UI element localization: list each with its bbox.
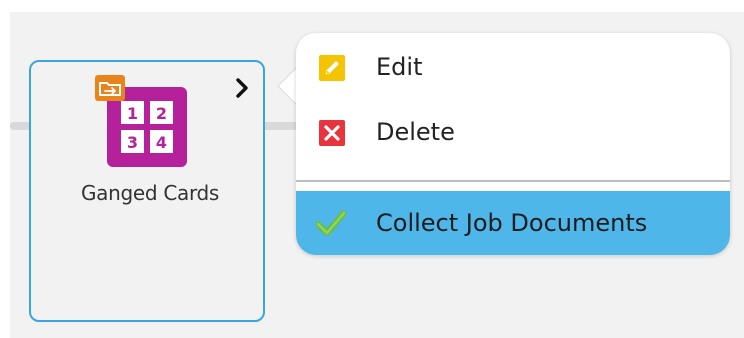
menu-item-label: Delete [376,118,455,146]
checkmark-icon [316,210,346,236]
close-icon [319,120,345,146]
menu-item-label: Collect Job Documents [376,209,648,237]
menu-divider [296,180,730,182]
icon-glyph-1: 1 [127,104,138,123]
menu-item-delete[interactable]: Delete [296,103,730,163]
menu-item-collect-job-documents[interactable]: Collect Job Documents [296,191,730,255]
step-label: Ganged Cards [80,181,220,205]
chevron-right-icon[interactable] [233,76,253,100]
icon-glyph-4: 4 [156,133,167,152]
folder-badge-icon [95,75,125,101]
icon-glyph-3: 3 [127,133,138,152]
pencil-icon [319,55,345,81]
menu-item-edit[interactable]: Edit [296,38,730,98]
context-menu: Edit Delete Collect Job Documents [296,33,730,255]
menu-item-label: Edit [376,53,423,81]
icon-glyph-2: 2 [156,104,167,123]
